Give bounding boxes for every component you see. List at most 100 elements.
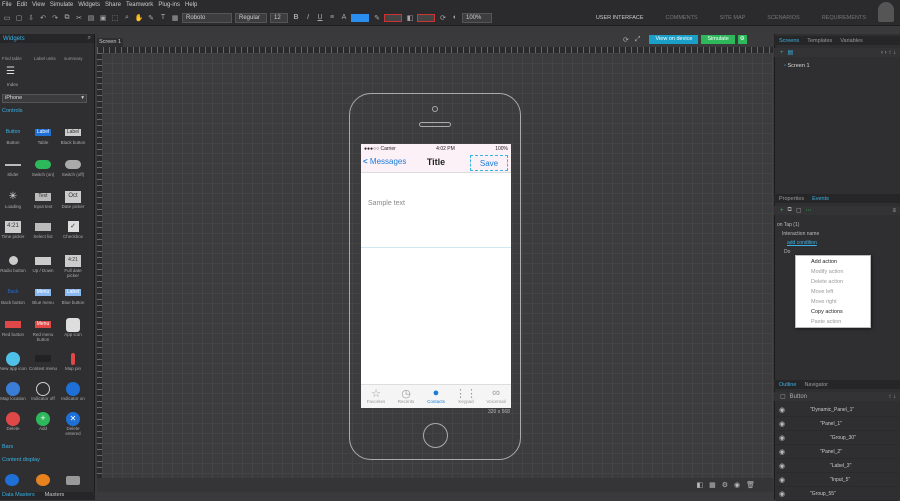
widget-table[interactable]: Label Table (29, 126, 57, 145)
widget-map-location[interactable]: Map location (0, 381, 27, 401)
widget-radio-button[interactable]: Radio button (0, 254, 27, 273)
back-button[interactable]: < Messages (363, 157, 406, 166)
tab-events[interactable]: Events (812, 196, 829, 202)
zoom-select[interactable]: 100% (462, 12, 492, 23)
outline-row[interactable]: ◉ "Dynamic_Panel_1" (776, 403, 898, 417)
hand-icon[interactable]: ✋ (134, 13, 144, 23)
outline-row[interactable]: ◉ "Input_5" (776, 473, 898, 487)
widget-map-pin[interactable]: Map pin (59, 352, 87, 371)
pen-icon[interactable]: ✎ (146, 13, 156, 23)
widget-delete-entered[interactable]: ✕ Delete entered (59, 411, 87, 436)
cut-icon[interactable]: ✂ (74, 13, 84, 23)
mode-comments[interactable]: COMMENTS (666, 15, 698, 21)
menu-teamwork[interactable]: Teamwork (126, 2, 153, 8)
group-icon[interactable]: ▣ (98, 13, 108, 23)
device-icon[interactable]: ◧ (696, 481, 703, 489)
sort-icon[interactable]: ≡ (892, 208, 896, 214)
tab-data-masters[interactable]: Data Masters (0, 492, 35, 500)
widget-loading[interactable]: ✳ Loading (0, 190, 27, 210)
eye-icon[interactable]: ◉ (779, 462, 789, 470)
widget-add[interactable]: + Add (29, 411, 57, 431)
widget-slider[interactable]: Slider (0, 158, 27, 177)
menu-file[interactable]: File (2, 2, 12, 8)
menu-paste-action[interactable]: Paste action (811, 319, 841, 325)
font-color-swatch[interactable] (351, 13, 369, 22)
menu-add-action[interactable]: Add action (811, 259, 837, 265)
tab-outline[interactable]: Outline (779, 382, 796, 388)
outline-row[interactable]: ◉ "Group_55" (776, 487, 898, 501)
widget-blue-button[interactable]: Label Blue button (59, 286, 87, 305)
tab-contacts[interactable]: ● Contacts (421, 385, 451, 408)
widget-full-date-picker[interactable]: 4:21 Full date picker (59, 254, 87, 278)
menu-help[interactable]: Help (185, 2, 197, 8)
simulate-button[interactable]: Simulate (701, 35, 735, 44)
section-bars[interactable]: Bars (0, 444, 95, 452)
user-avatar[interactable] (878, 2, 894, 22)
section-controls[interactable]: Controls (0, 108, 95, 116)
border-color-swatch[interactable] (384, 13, 402, 22)
mode-requirements[interactable]: REQUIREMENTS (822, 15, 866, 21)
rotate-icon[interactable]: ⟳ (438, 13, 448, 23)
eye-icon[interactable]: ◉ (779, 448, 789, 456)
mode-site-map[interactable]: SITE MAP (720, 15, 746, 21)
screens-nav-icons[interactable]: ‹ › ↑ ↓ (881, 50, 896, 56)
simulate-options-icon[interactable]: ⚙ (737, 35, 747, 44)
mode-user-interface[interactable]: USER INTERFACE (596, 15, 644, 21)
save-icon[interactable]: ▢ (14, 13, 24, 23)
delete-event-icon[interactable]: ▢ (796, 207, 802, 214)
content-widget-3[interactable] (66, 476, 80, 485)
open-icon[interactable]: ▭ (2, 13, 12, 23)
index-icon[interactable]: ☰ (6, 66, 15, 77)
widget-switch-off-[interactable]: Switch (off) (59, 158, 87, 177)
undo-icon[interactable]: ↶ (38, 13, 48, 23)
widget-checkbox[interactable]: ✓ Checkbox (59, 220, 87, 239)
outline-row[interactable]: ◉ "Group_30" (776, 431, 898, 445)
comment-icon[interactable]: ◉ (734, 481, 740, 489)
tab-keypad[interactable]: ⋮⋮ Keypad (451, 385, 481, 408)
pointer-icon[interactable]: ⬚ (110, 13, 120, 23)
widget-input-text[interactable]: Text Input text (29, 190, 57, 209)
eye-icon[interactable]: ◉ (779, 490, 789, 498)
widget-blue-menu[interactable]: Menu Blue menu (29, 286, 57, 305)
search-icon[interactable]: ⌕ (88, 35, 91, 42)
device-select[interactable]: iPhone ▾ (2, 94, 87, 103)
tab-favorites[interactable]: ☆ Favorites (361, 385, 391, 408)
outline-root-label[interactable]: Button (790, 394, 807, 400)
phone-screen[interactable] (361, 144, 511, 408)
mode-scenarios[interactable]: SCENARIOS (767, 15, 799, 21)
copy-event-icon[interactable]: ⧉ (788, 207, 792, 214)
menu-delete-action[interactable]: Delete action (811, 279, 843, 285)
event-menu-icon[interactable]: ⋯ (805, 207, 811, 214)
tab-voicemail[interactable]: ∞ Voicemail (481, 385, 511, 408)
border-icon[interactable]: ✎ (372, 13, 382, 23)
copy-icon[interactable]: ⧉ (62, 13, 72, 23)
tab-navigator[interactable]: Navigator (804, 382, 828, 388)
menu-plugins[interactable]: Plug-ins (158, 2, 180, 8)
redo-icon[interactable]: ↷ (50, 13, 60, 23)
widget-time-picker[interactable]: 4:21 Time picker (0, 220, 27, 239)
interaction-name[interactable]: Interaction name (782, 231, 819, 237)
font-select[interactable]: Roboto (182, 12, 232, 23)
tab-masters[interactable]: Masters (43, 492, 65, 500)
widget-new-app-icon[interactable]: New app icon (0, 351, 27, 371)
menu-widgets[interactable]: Widgets (78, 2, 100, 8)
menu-edit[interactable]: Edit (17, 2, 27, 8)
menu-modify-action[interactable]: Modify action (811, 269, 843, 275)
widget-date-picker[interactable]: Oct Date picker (59, 190, 87, 209)
bold-icon[interactable]: B (291, 13, 301, 23)
widget-up-down[interactable]: Up / Down (29, 254, 57, 273)
widget-select-list[interactable]: Select list (29, 220, 57, 239)
view-on-device-button[interactable]: View on device (649, 35, 699, 44)
fill-icon[interactable]: ◧ (405, 13, 415, 23)
widget-context-menu[interactable]: Context menu (29, 352, 57, 371)
zoom-icon[interactable]: ⌕ (122, 13, 132, 23)
on-tap-event[interactable]: on Tap (1) (777, 222, 799, 228)
screen-list-item[interactable]: ▫ Screen 1 (776, 63, 896, 71)
widget-delete[interactable]: Delete (0, 411, 27, 431)
font-color-icon[interactable]: A (339, 13, 349, 23)
tab-recents[interactable]: ◷ Recents (391, 385, 421, 408)
sample-text[interactable]: Sample text (368, 200, 405, 207)
eye-icon[interactable]: ◉ (779, 420, 789, 428)
outline-row[interactable]: ◉ "Label_3" (776, 459, 898, 473)
add-event-icon[interactable]: + (780, 208, 784, 214)
